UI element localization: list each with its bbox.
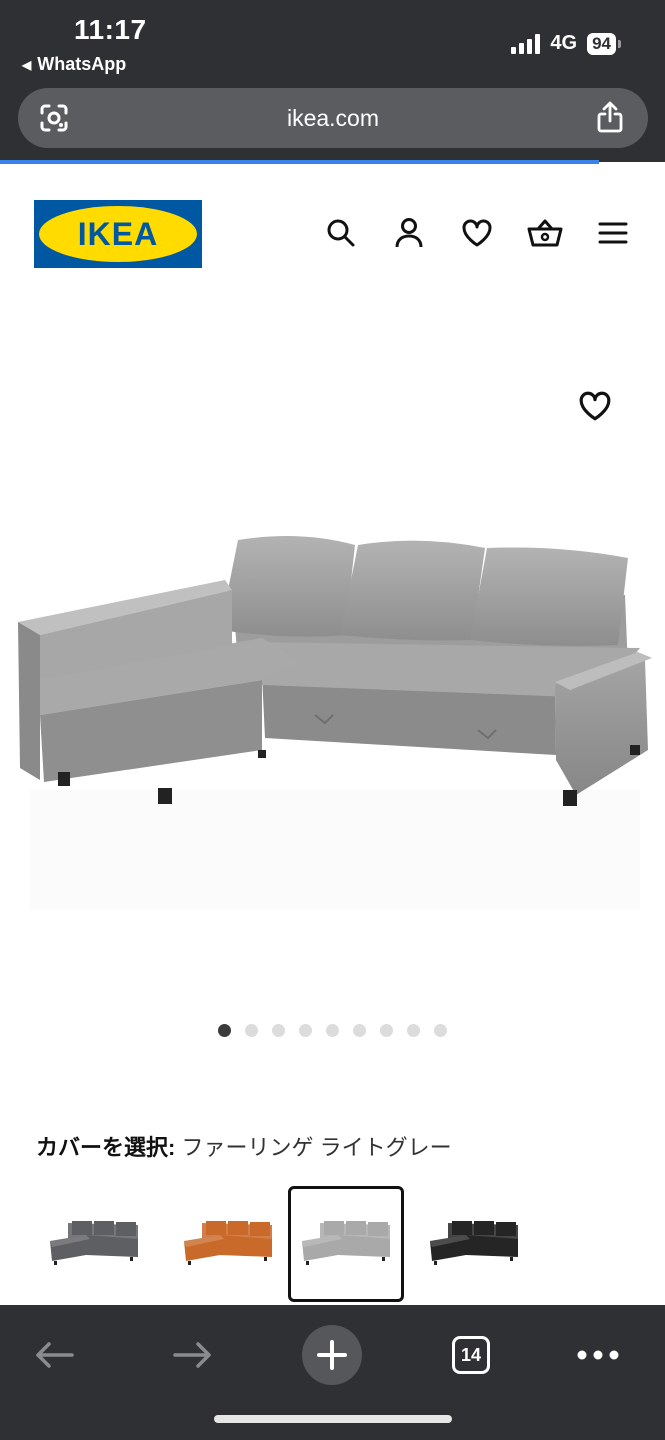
status-indicators: 4G 94 xyxy=(511,32,621,55)
add-to-favourites-button[interactable] xyxy=(578,390,616,426)
back-to-app-link[interactable]: ◀ WhatsApp xyxy=(22,54,126,75)
gallery-dot[interactable] xyxy=(272,1024,285,1037)
status-time: 11:17 xyxy=(74,14,147,45)
browser-top-chrome: 11:17 ◀ WhatsApp 4G 94 ikea.com xyxy=(0,0,665,162)
arrow-right-icon xyxy=(173,1342,211,1368)
gallery-dot[interactable] xyxy=(434,1024,447,1037)
page-load-progress xyxy=(0,160,599,164)
tab-switcher-button[interactable]: 14 xyxy=(439,1323,503,1387)
address-bar[interactable]: ikea.com xyxy=(18,88,648,148)
back-app-label: WhatsApp xyxy=(37,54,127,74)
sofa-thumbnail-icon xyxy=(184,1221,272,1265)
sofa-thumbnail-icon xyxy=(50,1221,138,1265)
search-icon[interactable] xyxy=(323,215,359,251)
cover-selected-value: ファーリンゲ ライトグレー xyxy=(181,1135,452,1160)
cover-label: カバーを選択: xyxy=(36,1135,176,1160)
back-button[interactable] xyxy=(22,1323,86,1387)
more-dots-icon xyxy=(577,1350,619,1360)
url-text: ikea.com xyxy=(286,104,380,131)
browser-bottom-toolbar: 14 xyxy=(0,1305,665,1440)
account-icon[interactable] xyxy=(391,215,427,251)
gallery-dot[interactable] xyxy=(407,1024,420,1037)
forward-button[interactable] xyxy=(161,1323,225,1387)
cover-selection: カバーを選択: ファーリンゲ ライトグレー xyxy=(36,1130,452,1162)
gallery-pagination-dots[interactable] xyxy=(0,1024,665,1037)
new-tab-button[interactable] xyxy=(300,1323,364,1387)
ikea-logo-text: IKEA xyxy=(78,216,158,252)
sofa-thumbnail-icon xyxy=(430,1221,518,1265)
share-icon[interactable] xyxy=(594,100,626,134)
back-triangle-icon: ◀ xyxy=(22,57,32,72)
cover-swatch-light-grey[interactable] xyxy=(288,1186,404,1302)
tab-count: 14 xyxy=(452,1336,490,1374)
cover-swatch-orange-leather[interactable] xyxy=(170,1186,286,1302)
gallery-dot[interactable] xyxy=(353,1024,366,1037)
gallery-dot[interactable] xyxy=(380,1024,393,1037)
network-type: 4G xyxy=(550,32,578,54)
product-image-sofa[interactable] xyxy=(0,290,665,1010)
svg-text:®: ® xyxy=(192,216,198,224)
gallery-dot[interactable] xyxy=(218,1024,231,1037)
lens-search-icon[interactable] xyxy=(38,102,70,134)
gallery-dot[interactable] xyxy=(245,1024,258,1037)
home-indicator xyxy=(214,1415,452,1423)
gallery-dot[interactable] xyxy=(299,1024,312,1037)
menu-icon[interactable] xyxy=(595,215,631,251)
more-menu-button[interactable] xyxy=(566,1323,630,1387)
sofa-thumbnail-icon xyxy=(302,1221,390,1265)
plus-icon xyxy=(302,1325,362,1385)
ikea-logo[interactable]: IKEA ® xyxy=(34,200,202,268)
signal-icon xyxy=(511,33,541,54)
battery-level: 94 xyxy=(587,32,616,55)
gallery-dot[interactable] xyxy=(326,1024,339,1037)
battery-icon: 94 xyxy=(587,32,621,55)
arrow-left-icon xyxy=(36,1342,74,1368)
cover-swatch-dark-grey[interactable] xyxy=(36,1186,152,1302)
cover-swatch-black-leather[interactable] xyxy=(416,1186,532,1302)
heart-icon[interactable] xyxy=(459,215,495,251)
basket-icon[interactable] xyxy=(527,215,563,251)
